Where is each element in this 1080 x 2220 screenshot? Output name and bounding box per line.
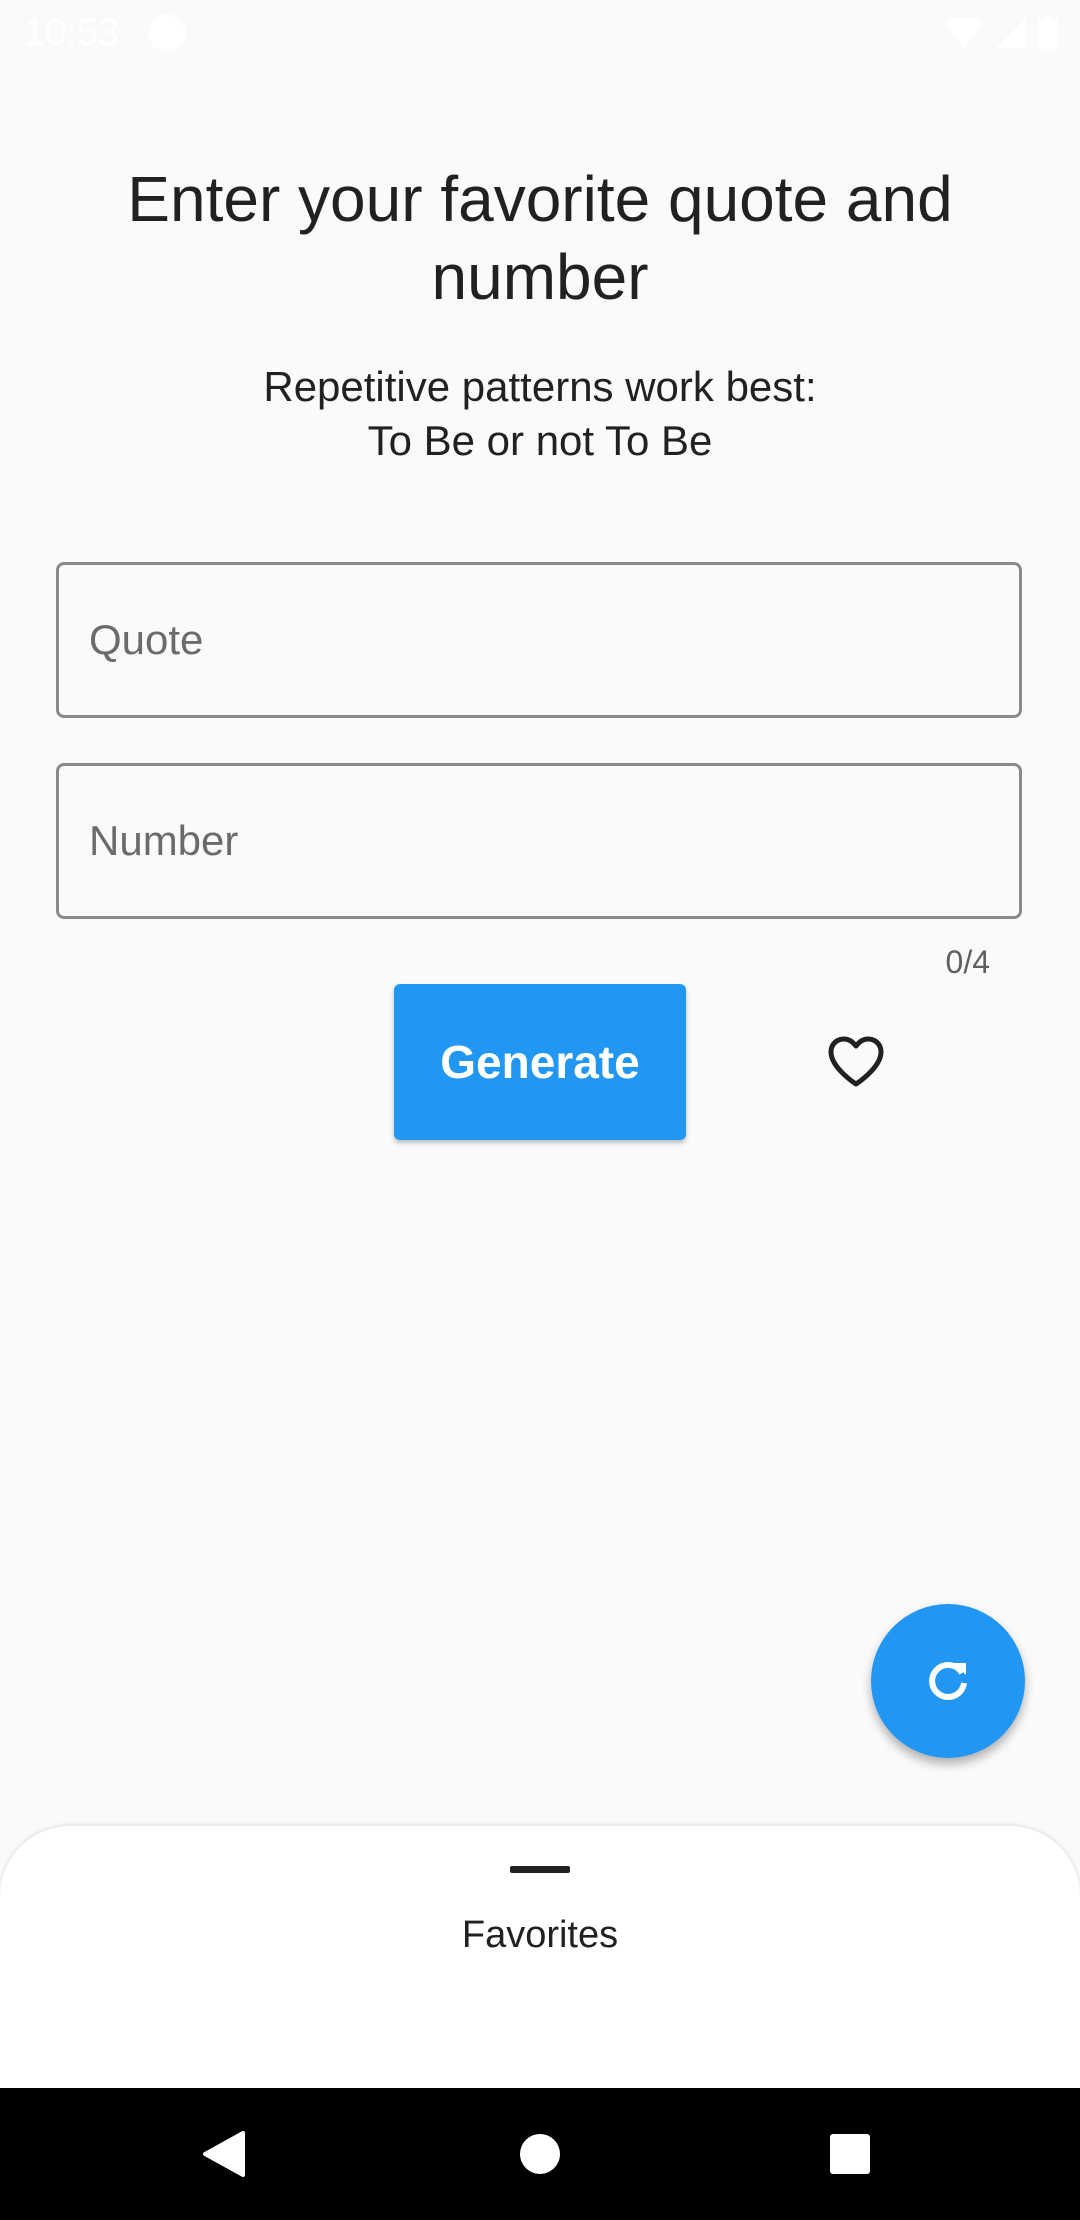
favorites-bottom-sheet[interactable]: Favorites [0, 1826, 1080, 2088]
recents-square-icon [830, 2134, 870, 2174]
app-notification-icon [148, 14, 186, 52]
favorite-button[interactable] [816, 1026, 896, 1098]
favorites-label: Favorites [461, 1914, 619, 1956]
home-circle-icon [520, 2134, 560, 2174]
back-button[interactable] [178, 2108, 270, 2200]
status-bar: 10:53 [0, 0, 1080, 66]
number-input[interactable] [59, 766, 1019, 916]
battery-icon [1038, 15, 1058, 51]
home-button[interactable] [494, 2108, 586, 2200]
character-counter: 0/4 [945, 944, 990, 980]
status-time: 10:53 [24, 12, 120, 54]
page-title: Enter your favorite quote and number [127, 163, 953, 313]
signal-icon [996, 18, 1026, 48]
system-navigation-bar [0, 2088, 1080, 2220]
status-icons [944, 14, 1058, 52]
quote-field[interactable] [56, 562, 1022, 718]
quote-input[interactable] [59, 565, 1019, 715]
sheet-drag-handle[interactable] [510, 1866, 570, 1873]
heart-outline-icon [828, 1036, 884, 1087]
back-triangle-icon [203, 2131, 245, 2177]
wifi-icon [944, 17, 984, 48]
page-subtitle: Repetitive patterns work best: To Be or … [263, 363, 817, 464]
refresh-fab[interactable] [871, 1604, 1025, 1758]
recents-button[interactable] [804, 2108, 896, 2200]
generate-button[interactable]: Generate [394, 984, 686, 1140]
number-field[interactable] [56, 763, 1022, 919]
refresh-icon [929, 1661, 967, 1700]
